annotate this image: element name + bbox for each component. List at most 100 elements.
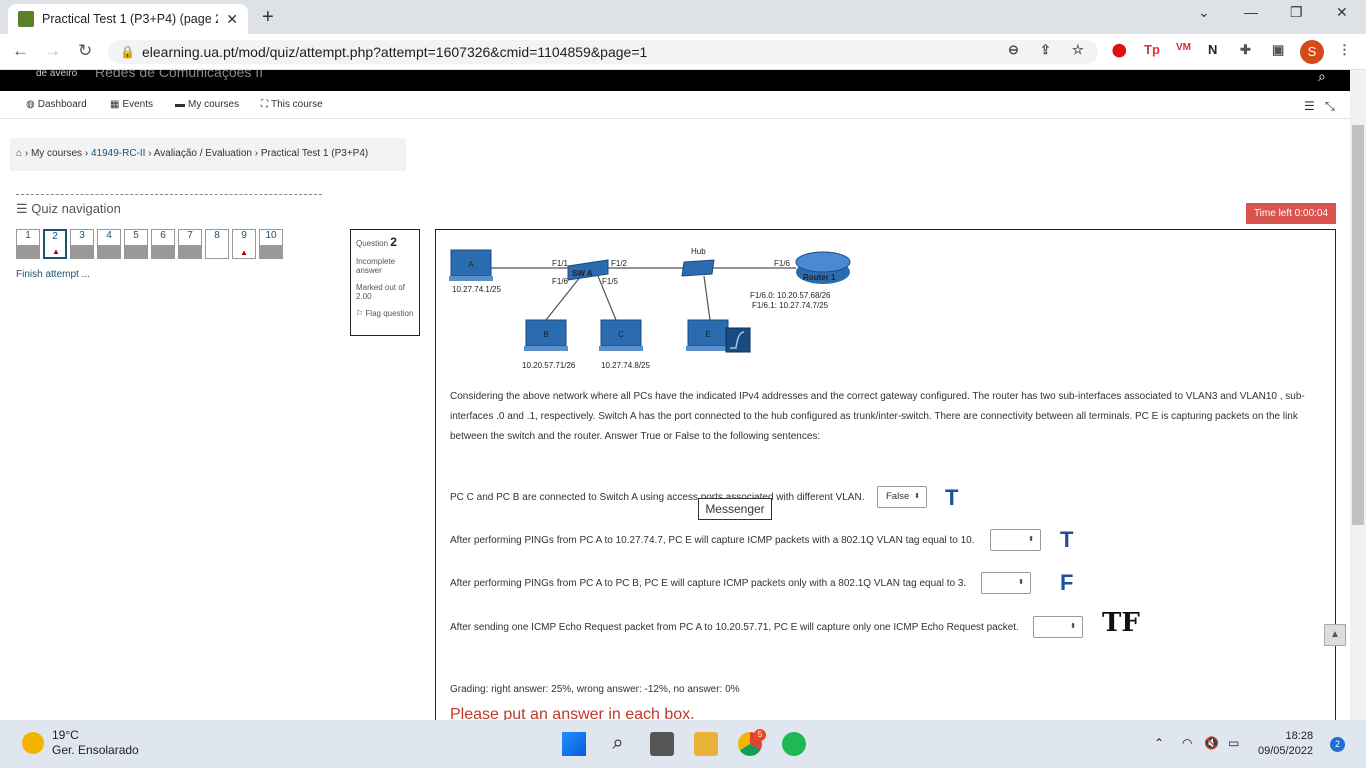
quiz-nav-q9[interactable]: 9 ▲ bbox=[232, 229, 256, 259]
forward-icon[interactable]: → bbox=[44, 41, 61, 61]
answer-select-1-value: False bbox=[886, 491, 910, 502]
bookmark-star-icon[interactable]: ☆ bbox=[1072, 42, 1084, 58]
time-left: Time left 0:00:04 bbox=[1246, 203, 1336, 224]
restore-icon[interactable]: ❐ bbox=[1290, 4, 1303, 21]
windows-start-icon[interactable] bbox=[562, 732, 586, 756]
close-window-icon[interactable]: ✕ bbox=[1336, 4, 1348, 21]
select-arrows-icon: ⬍ bbox=[1070, 623, 1076, 630]
tp-extension-icon[interactable]: Tp bbox=[1144, 42, 1160, 57]
flag-icon: ▲ bbox=[240, 248, 248, 257]
profile-avatar[interactable]: S bbox=[1300, 40, 1324, 64]
hamburger-icon[interactable]: ☰ bbox=[16, 201, 28, 216]
scroll-to-top-button[interactable]: ▲ bbox=[1324, 624, 1346, 646]
notion-extension-icon[interactable]: N bbox=[1208, 42, 1217, 57]
back-icon[interactable]: ← bbox=[12, 41, 29, 61]
quiz-nav-q2[interactable]: 2 ▲ bbox=[43, 229, 67, 259]
answer-select-1[interactable]: False ⬍ bbox=[877, 486, 927, 508]
moodle-favicon-icon bbox=[18, 11, 34, 27]
file-explorer-icon[interactable] bbox=[694, 732, 718, 756]
answer-select-4[interactable]: ⬍ bbox=[1033, 616, 1083, 638]
reload-icon[interactable]: ↻ bbox=[78, 41, 92, 61]
question-text: Considering the above network where all … bbox=[450, 391, 1305, 442]
sitemap-icon: ⛶ bbox=[261, 99, 268, 110]
q8-label: 8 bbox=[214, 230, 220, 241]
statement-1: PC C and PC B are connected to Switch A … bbox=[450, 492, 865, 503]
chrome-menu-icon[interactable]: ⋮ bbox=[1338, 42, 1351, 58]
calendar-icon: ▦ bbox=[110, 99, 120, 110]
mute-icon[interactable]: 🔇 bbox=[1204, 736, 1219, 750]
show-hidden-icons-icon[interactable]: ⌃ bbox=[1154, 736, 1164, 750]
scrollbar-thumb[interactable] bbox=[1352, 125, 1364, 525]
quiz-nav-q7[interactable]: 7 bbox=[178, 229, 202, 259]
menu-my-courses-label: My courses bbox=[188, 99, 240, 110]
port-f12-label: F1/2 bbox=[611, 259, 628, 268]
statement-2: After performing PINGs from PC A to 10.2… bbox=[450, 535, 975, 546]
fullscreen-icon[interactable]: ⤡ bbox=[1325, 99, 1335, 114]
briefcase-icon: ▬ bbox=[175, 99, 185, 110]
url-field[interactable]: 🔒 elearning.ua.pt/mod/quiz/attempt.php?a… bbox=[108, 40, 1098, 64]
side-panel-icon[interactable]: ▣ bbox=[1272, 42, 1284, 58]
select-arrows-icon: ⬍ bbox=[1028, 536, 1034, 543]
menu-this-course[interactable]: ⛶ This course bbox=[261, 99, 323, 110]
tab-search-icon[interactable]: ⌄ bbox=[1198, 4, 1210, 21]
handwritten-note-4: TF bbox=[1102, 608, 1140, 638]
quiz-nav-q5[interactable]: 5 bbox=[124, 229, 148, 259]
minimize-icon[interactable]: — bbox=[1244, 4, 1258, 20]
search-taskbar-icon[interactable]: ⌕ bbox=[606, 732, 630, 756]
wifi-icon[interactable]: ◠ bbox=[1182, 736, 1192, 750]
network-diagram: A 10.27.74.1/25 F1/1 F1/2 SW A F1/6 F1/5… bbox=[449, 247, 851, 370]
notification-badge[interactable]: 2 bbox=[1330, 737, 1345, 752]
site-title[interactable]: Redes de Comunicações II bbox=[95, 70, 263, 80]
q9-label: 9 bbox=[241, 230, 247, 241]
question-number: 2 bbox=[390, 235, 397, 249]
spotify-icon[interactable] bbox=[782, 732, 806, 756]
select-arrows-icon: ⬍ bbox=[914, 493, 920, 500]
select-arrows-icon: ⬍ bbox=[1018, 579, 1024, 586]
close-tab-icon[interactable]: ✕ bbox=[226, 11, 238, 28]
breadcrumb: ⌂ › My courses › 41949-RC-II › Avaliação… bbox=[10, 138, 406, 171]
finish-attempt-link[interactable]: Finish attempt ... bbox=[16, 269, 322, 280]
opera-extension-icon[interactable]: ⬤ bbox=[1112, 42, 1127, 58]
handwritten-note-1: T bbox=[945, 485, 959, 510]
quiz-nav-q6[interactable]: 6 bbox=[151, 229, 175, 259]
quiz-nav-q1[interactable]: 1 bbox=[16, 229, 40, 259]
extensions-puzzle-icon[interactable]: ✚ bbox=[1240, 42, 1251, 58]
port-f11-label: F1/1 bbox=[552, 259, 569, 268]
menu-my-courses[interactable]: ▬ My courses bbox=[175, 99, 239, 110]
menu-events[interactable]: ▦ Events bbox=[110, 99, 153, 110]
zoom-icon[interactable]: ⊖ bbox=[1008, 42, 1019, 58]
breadcrumb-section[interactable]: Avaliação / Evaluation bbox=[154, 148, 252, 159]
page-scrollbar[interactable] bbox=[1350, 70, 1366, 720]
statement-3: After performing PINGs from PC A to PC B… bbox=[450, 578, 967, 589]
blocks-toggle-icon[interactable]: ☰ bbox=[1304, 99, 1315, 113]
web-page: de aveiro Redes de Comunicações II ⌕ ◍ Da… bbox=[0, 70, 1350, 720]
system-clock[interactable]: 18:28 09/05/2022 bbox=[1258, 729, 1313, 759]
handwritten-note-2: T bbox=[1060, 527, 1074, 552]
quiz-nav-q3[interactable]: 3 bbox=[70, 229, 94, 259]
answer-select-3[interactable]: ⬍ bbox=[981, 572, 1031, 594]
weather-widget[interactable]: 19°C Ger. Ensolarado bbox=[22, 728, 139, 758]
chrome-badge: 5 bbox=[754, 729, 766, 741]
task-view-icon[interactable] bbox=[650, 732, 674, 756]
breadcrumb-my-courses[interactable]: My courses bbox=[31, 148, 82, 159]
question-info: Question 2 Incomplete answer Marked out … bbox=[350, 229, 420, 336]
university-logo[interactable]: de aveiro bbox=[36, 70, 77, 79]
vm-extension-icon[interactable]: VM bbox=[1176, 42, 1191, 53]
home-icon[interactable]: ⌂ bbox=[16, 148, 22, 159]
quiz-nav-q4[interactable]: 4 bbox=[97, 229, 121, 259]
q3-label: 3 bbox=[79, 230, 85, 241]
menu-dashboard[interactable]: ◍ Dashboard bbox=[26, 99, 87, 110]
flag-question[interactable]: ⚐ Flag question bbox=[356, 309, 414, 318]
hub-label: Hub bbox=[691, 247, 706, 256]
switch-label: SW A bbox=[572, 269, 593, 278]
search-icon[interactable]: ⌕ bbox=[1318, 70, 1326, 85]
breadcrumb-course[interactable]: 41949-RC-II bbox=[91, 148, 145, 159]
quiz-nav-q10[interactable]: 10 bbox=[259, 229, 283, 259]
browser-tab[interactable]: Practical Test 1 (P3+P4) (page 2 of ✕ bbox=[8, 4, 248, 34]
question-content: A 10.27.74.1/25 F1/1 F1/2 SW A F1/6 F1/5… bbox=[435, 229, 1336, 720]
battery-icon[interactable]: ▭ bbox=[1228, 736, 1239, 750]
new-tab-icon[interactable]: + bbox=[262, 6, 274, 29]
quiz-nav-q8[interactable]: 8 bbox=[205, 229, 229, 259]
answer-select-2[interactable]: ⬍ bbox=[990, 529, 1041, 551]
share-icon[interactable]: ⇪ bbox=[1040, 42, 1051, 58]
